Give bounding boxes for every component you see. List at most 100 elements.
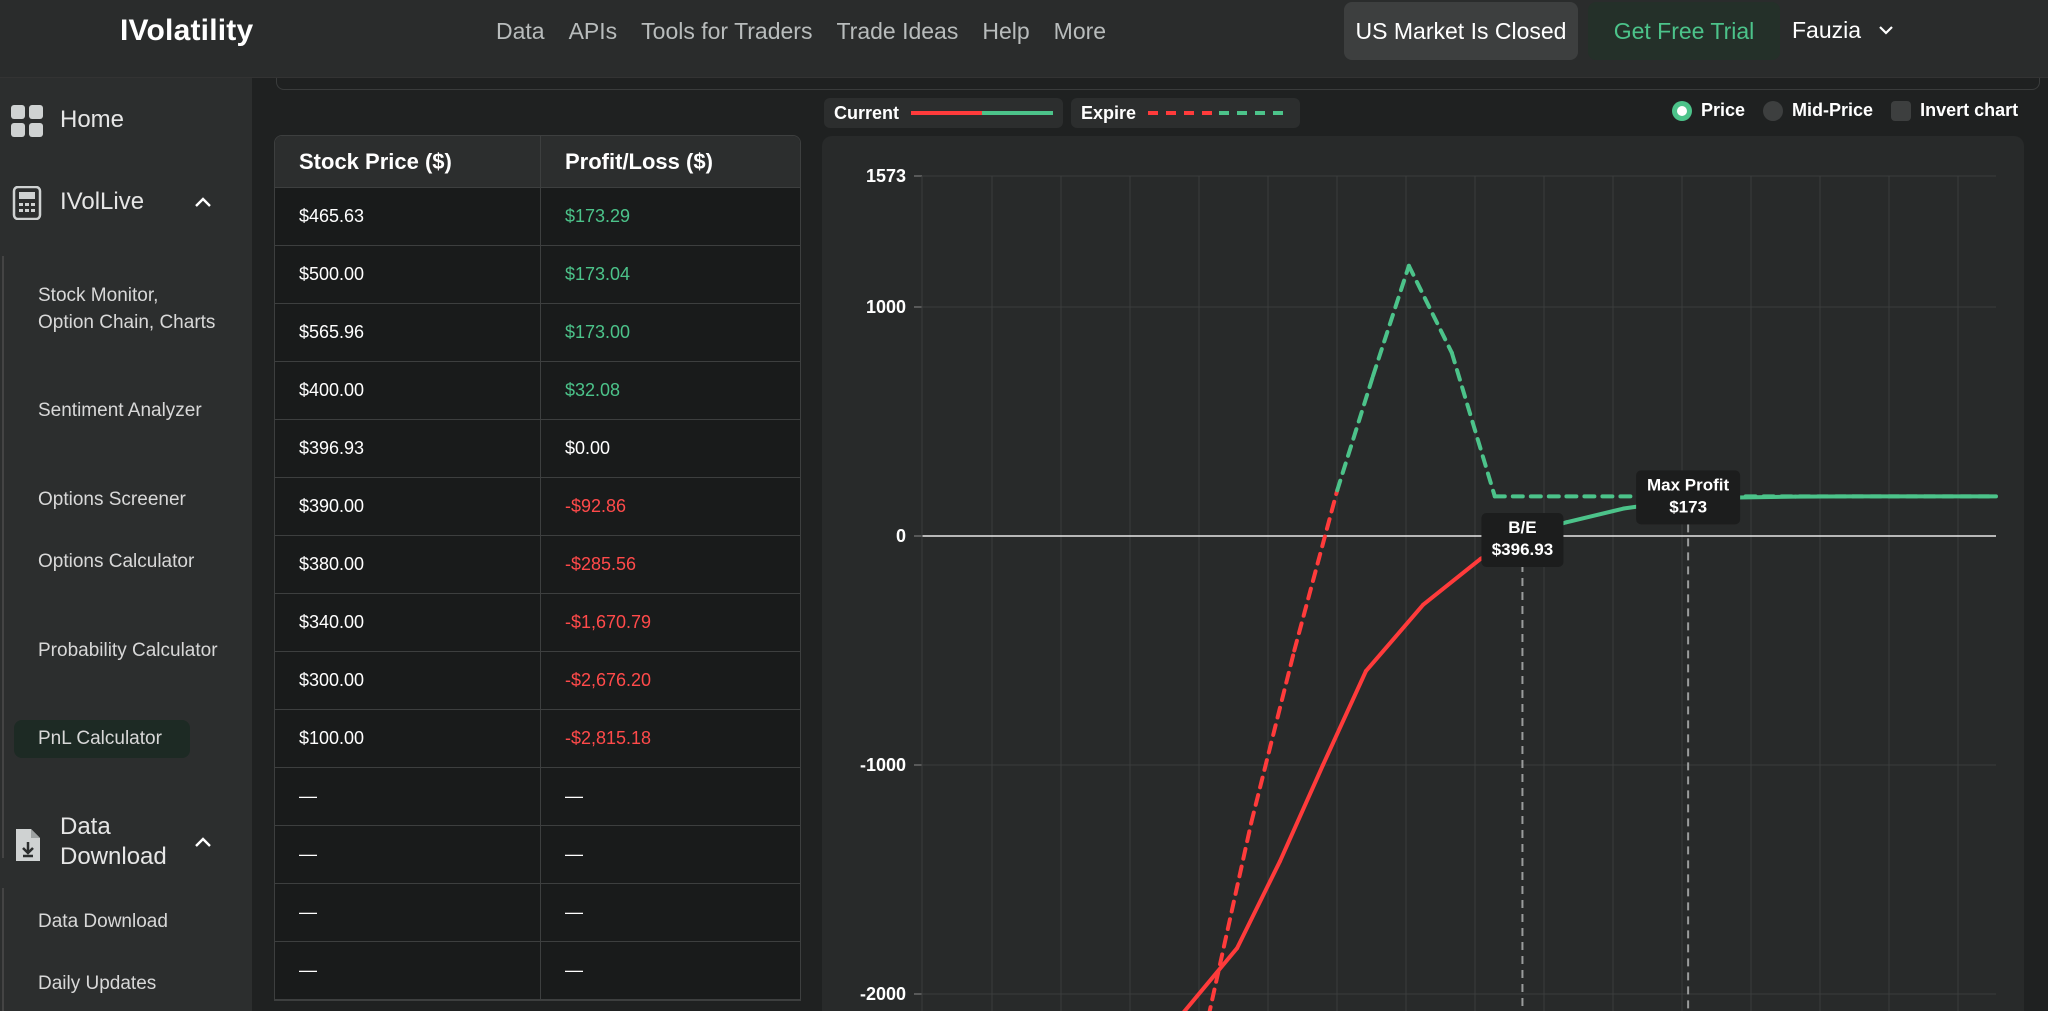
sidebar-item-options-screener[interactable]: Options Screener (38, 486, 218, 513)
cell-profit-loss: -$2,815.18 (565, 728, 652, 748)
table-row: $565.96 $173.00 (275, 304, 800, 362)
annotation-title: Max Profit (1647, 475, 1730, 494)
pnl-table: Stock Price ($) Profit/Loss ($) $465.63 $… (274, 135, 801, 1001)
current-series-segment (1564, 506, 1626, 525)
cell-profit-loss: $173.29 (565, 206, 631, 226)
cell-profit-loss: -$285.56 (565, 554, 637, 574)
chevron-up-icon[interactable] (192, 192, 214, 214)
invert-chart-checkbox[interactable] (1891, 100, 1912, 121)
legend-current-line (911, 111, 1054, 115)
current-series-segment (1421, 556, 1483, 607)
sidebar-section-ivollive[interactable]: IVolLive (0, 176, 252, 228)
legend-expire-label: Expire (1081, 102, 1137, 123)
expire-series-segment (1406, 263, 1454, 355)
cell-profit-loss: $173.00 (565, 322, 631, 342)
y-tick-label: -2000 (860, 984, 906, 1004)
top-navbar: IVolatility Data APIs Tools for Traders … (0, 0, 2048, 78)
cell-profit-loss: $0.00 (565, 438, 611, 458)
sidebar-item-daily-updates[interactable]: Daily Updates (38, 970, 218, 997)
table-body: $465.63 $173.29 $500.00 $173.04 $565.96 $173.… (275, 188, 800, 1000)
cell-profit-loss: -$92.86 (565, 496, 627, 516)
nav-trade-ideas[interactable]: Trade Ideas (836, 16, 958, 46)
current-series-segment (1320, 669, 1368, 767)
table-row: — — (275, 884, 800, 942)
sidebar-item-probability-calculator[interactable]: Probability Calculator (38, 637, 218, 664)
pnl-chart-svg: 1573 1000 0 -1000 -2000 B/E $396.93 Max Profit $… (860, 166, 1998, 1011)
free-trial-button[interactable]: Get Free Trial (1588, 2, 1780, 60)
nav-tools-for-traders[interactable]: Tools for Traders (641, 16, 812, 46)
legend-expire-line (1148, 111, 1291, 115)
cell-stock-price: — (275, 942, 541, 999)
chevron-up-icon[interactable] (192, 832, 214, 854)
current-series-segment (1363, 602, 1426, 674)
sidebar-item-home[interactable]: Home (0, 94, 252, 146)
option-price[interactable]: Price (1672, 100, 1745, 121)
option-invert-label: Invert chart (1920, 100, 2019, 120)
nav-help[interactable]: Help (982, 16, 1029, 46)
table-row: — — (275, 768, 800, 826)
table-row: — — (275, 942, 800, 1000)
header-stock-price[interactable]: Stock Price ($) (275, 136, 541, 187)
sidebar-home-label: Home (60, 106, 125, 133)
sidebar-item-data-download[interactable]: Data Download (38, 908, 218, 935)
user-menu[interactable]: Fauzia (1792, 14, 1895, 46)
table-row: $465.63 $173.29 (275, 188, 800, 246)
expire-series-segment (1292, 488, 1340, 653)
annotation-value: $173 (1669, 497, 1707, 516)
sidebar-group-line (2, 256, 4, 858)
tab-strip-edge (276, 78, 2040, 90)
cell-stock-price: $390.00 (275, 478, 541, 535)
current-series-segment (1278, 763, 1325, 864)
sidebar-data-download-label: Data Download (60, 813, 167, 870)
cell-stock-price: $100.00 (275, 710, 541, 767)
pnl-chart: 1573 1000 0 -1000 -2000 B/E $396.93 Max Profit $… (822, 136, 2024, 1011)
annotation-value: $396.93 (1492, 540, 1553, 559)
logo[interactable]: IVolatility (120, 14, 253, 48)
option-mid-price-label: Mid-Price (1792, 100, 1874, 120)
sidebar-item-pnl-calculator[interactable]: PnL Calculator (38, 725, 218, 752)
market-status-badge: US Market Is Closed (1344, 2, 1578, 60)
table-row: $100.00 -$2,815.18 (275, 710, 800, 768)
chart-legend: Current Expire (824, 98, 1301, 128)
option-invert-chart[interactable]: Invert chart (1891, 100, 2018, 121)
cell-profit-loss: $173.04 (565, 264, 631, 284)
current-series-segment (1182, 946, 1240, 1011)
cell-stock-price: $300.00 (275, 652, 541, 709)
option-price-label: Price (1701, 100, 1746, 120)
chevron-down-icon (1879, 26, 1893, 35)
legend-current-label: Current (834, 102, 900, 123)
nav-data[interactable]: Data (496, 16, 545, 46)
table-row: $340.00 -$1,670.79 (275, 594, 800, 652)
cell-profit-loss: -$2,676.20 (565, 670, 652, 690)
table-row: $396.93 $0.00 (275, 420, 800, 478)
nav-more[interactable]: More (1054, 16, 1106, 46)
sidebar-ivollive-label: IVolLive (60, 188, 145, 215)
sidebar-item-sentiment-analyzer[interactable]: Sentiment Analyzer (38, 397, 218, 424)
sidebar-item-stock-monitor[interactable]: Stock Monitor, Option Chain, Charts (38, 282, 218, 336)
sidebar-section-data-download[interactable]: Data Download (0, 812, 252, 878)
cell-stock-price: $565.96 (275, 304, 541, 361)
legend-current[interactable]: Current (824, 98, 1064, 128)
current-series-segment (1235, 859, 1282, 951)
legend-expire[interactable]: Expire (1071, 98, 1301, 128)
calculator-icon (12, 186, 42, 220)
mid-price-radio[interactable] (1763, 100, 1784, 121)
table-header: Stock Price ($) Profit/Loss ($) (275, 136, 800, 188)
sidebar: Home IVolLive Stock Monitor, Option Chai… (0, 78, 252, 1011)
header-profit-loss[interactable]: Profit/Loss ($) (541, 136, 800, 187)
option-mid-price[interactable]: Mid-Price (1763, 100, 1873, 121)
nav-apis[interactable]: APIs (569, 16, 618, 46)
user-name: Fauzia (1792, 17, 1862, 43)
expire-series-segment (1249, 648, 1297, 825)
sidebar-item-options-calculator[interactable]: Options Calculator (38, 548, 218, 575)
y-tick-label: -1000 (860, 755, 906, 775)
table-row: $380.00 -$285.56 (275, 536, 800, 594)
cell-stock-price: — (275, 768, 541, 825)
cell-stock-price: $500.00 (275, 246, 541, 303)
cell-stock-price: $380.00 (275, 536, 541, 593)
cell-stock-price: — (275, 884, 541, 941)
y-tick-label: 1573 (866, 166, 906, 186)
file-download-icon (16, 829, 40, 861)
table-row: $300.00 -$2,676.20 (275, 652, 800, 710)
price-radio[interactable] (1672, 100, 1692, 121)
